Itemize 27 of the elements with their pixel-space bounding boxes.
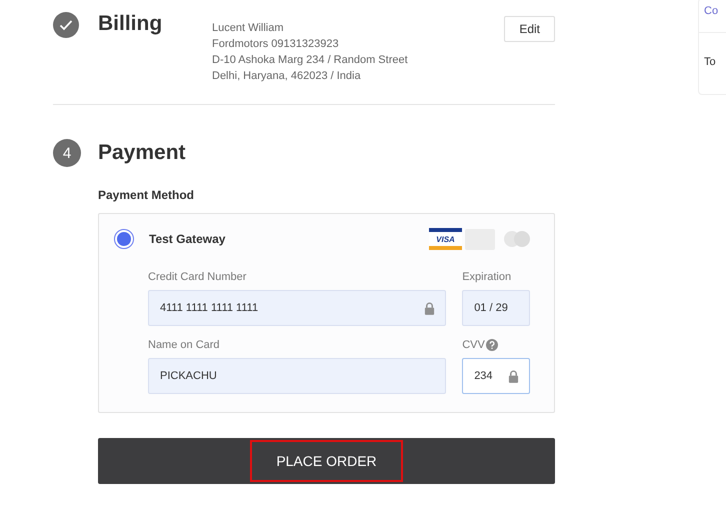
input-field[interactable]: PICKACHU	[148, 358, 446, 394]
address-line: D-10 Ashoka Marg 234 / Random Street	[212, 53, 409, 68]
place-order-button[interactable]: PLACE ORDER	[98, 438, 555, 484]
field-label: Credit Card Number	[148, 271, 246, 283]
field-label: CVV	[462, 339, 485, 351]
input-field[interactable]: 01 / 29	[462, 290, 530, 326]
help-icon[interactable]	[486, 339, 498, 351]
input-field[interactable]: 234	[462, 358, 530, 394]
summary-text: Co	[704, 5, 718, 17]
address-line: Delhi, Haryana, 462023 / India	[212, 69, 362, 84]
field-label: Name on Card	[148, 339, 220, 351]
input-field[interactable]: 4111 1111 1111 1111	[148, 290, 446, 326]
payment-method-label: Payment Method	[98, 188, 196, 202]
field-label: Expiration	[462, 271, 512, 283]
summary-text: To	[704, 56, 716, 68]
radio-button[interactable]	[114, 229, 134, 249]
section-title: Payment	[98, 141, 187, 165]
section-title: Billing	[98, 12, 164, 36]
lock-icon	[508, 370, 519, 382]
visa-logo: VISA	[429, 228, 462, 250]
step-number: 4	[53, 139, 81, 167]
address-line: Fordmotors 09131323923	[212, 37, 340, 52]
address-line: Lucent William	[212, 21, 285, 36]
edit-button[interactable]: Edit	[504, 16, 555, 42]
lock-icon	[424, 302, 436, 314]
gateway-name: Test Gateway	[149, 232, 226, 246]
card-circles-icon	[504, 231, 530, 247]
